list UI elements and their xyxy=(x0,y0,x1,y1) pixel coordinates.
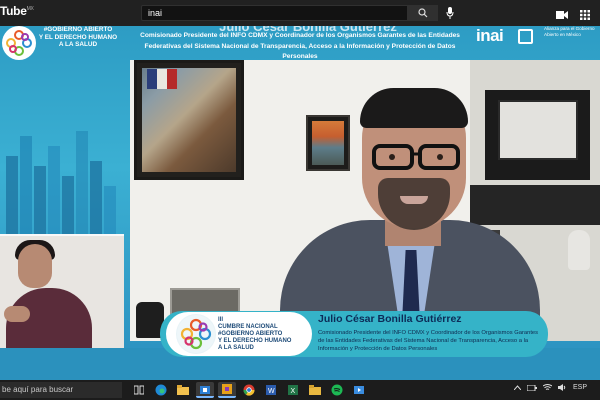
youtube-region: MX xyxy=(26,6,34,12)
file-explorer-icon[interactable] xyxy=(174,382,192,398)
folder-icon[interactable] xyxy=(306,382,324,398)
alianza-logo-text: Alianza para el Gobierno Abierto en Méxi… xyxy=(544,26,595,37)
spotify-icon[interactable] xyxy=(328,382,346,398)
microphone-button[interactable] xyxy=(444,6,456,20)
logo-line-4: Y EL DERECHO HUMANO xyxy=(218,338,292,344)
event-logo-line-1: #GOBIERNO ABIERTO xyxy=(43,26,113,33)
search-icon xyxy=(418,8,428,18)
event-logo-line-2: Y EL DERECHO HUMANO xyxy=(38,33,118,41)
language-indicator[interactable]: ESP xyxy=(573,384,587,391)
apps-button[interactable] xyxy=(580,7,590,25)
edge-icon[interactable] xyxy=(152,382,170,398)
interpreter-face xyxy=(18,244,52,288)
inai-logo: inai xyxy=(476,26,504,45)
svg-text:W: W xyxy=(268,388,275,395)
logo-line-2: CUMBRE NACIONAL xyxy=(218,324,278,330)
event-logo-top: #GOBIERNO ABIERTO Y EL DERECHO HUMANO A … xyxy=(0,26,118,60)
store-icon[interactable] xyxy=(196,382,214,398)
event-logo-text: #GOBIERNO ABIERTO Y EL DERECHO HUMANO A … xyxy=(38,26,118,49)
event-logo-line-3: A LA SALUD xyxy=(58,41,98,48)
system-tray: ESP xyxy=(514,384,587,391)
banner-speaker-title: Comisionado Presidente del INFO CDMX y C… xyxy=(140,32,460,60)
apps-grid-icon xyxy=(580,10,590,20)
speaker-hair xyxy=(360,88,468,128)
excel-icon[interactable]: X xyxy=(284,382,302,398)
rosette-logo-icon xyxy=(2,26,36,60)
interpreter-hand xyxy=(4,306,30,322)
microphone-icon xyxy=(446,7,454,19)
task-view-icon[interactable] xyxy=(130,382,148,398)
youtube-logo-text: Tube xyxy=(0,4,27,18)
monitor xyxy=(498,100,578,160)
glasses-icon xyxy=(372,144,460,170)
chevron-up-icon[interactable] xyxy=(514,385,521,390)
lower-third-title: Comisionado Presidente del INFO CDMX y C… xyxy=(318,330,539,352)
chrome-icon[interactable] xyxy=(240,382,258,398)
painting-scream xyxy=(306,115,350,171)
rosette-logo-icon xyxy=(176,314,216,354)
taskbar-icons: W X xyxy=(130,382,368,398)
taskbar-search-input[interactable]: be aquí para buscar xyxy=(0,382,122,398)
speaker-mouth xyxy=(400,196,428,204)
search-button[interactable] xyxy=(408,5,438,21)
video-camera-icon xyxy=(556,11,568,19)
word-icon[interactable]: W xyxy=(262,382,280,398)
logo-line-1: III xyxy=(218,317,224,323)
create-video-button[interactable] xyxy=(556,7,568,25)
battery-icon[interactable] xyxy=(527,384,537,391)
figurine xyxy=(568,230,590,270)
sign-language-interpreter xyxy=(0,234,124,348)
video-icon[interactable] xyxy=(350,382,368,398)
logo-line-5: A LA SALUD xyxy=(218,345,254,351)
search-input[interactable]: inai xyxy=(141,5,408,21)
youtube-top-bar: TubeMX inai xyxy=(0,0,600,26)
app-icon[interactable] xyxy=(218,382,236,398)
logo-line-3: #GOBIERNO ABIERTO xyxy=(218,331,283,337)
bookshelf xyxy=(470,185,600,225)
lower-third-logo-text: III CUMBRE NACIONAL #GOBIERNO ABIERTO Y … xyxy=(218,317,308,352)
youtube-logo[interactable]: TubeMX xyxy=(0,4,34,18)
svg-text:X: X xyxy=(291,388,296,395)
inai-logo-icon xyxy=(518,29,533,44)
painting-scream-canvas xyxy=(312,121,344,165)
volume-icon[interactable] xyxy=(558,384,567,391)
painting-liberty xyxy=(134,60,244,180)
speaker-video-panel xyxy=(130,60,600,341)
wifi-icon[interactable] xyxy=(543,384,552,391)
pixel-decoration xyxy=(6,131,116,246)
windows-taskbar: be aquí para buscar W X ESP xyxy=(0,380,600,400)
lower-third-name: Julio César Bonilla Gutiérrez xyxy=(318,313,462,325)
video-player[interactable]: #GOBIERNO ABIERTO Y EL DERECHO HUMANO A … xyxy=(0,26,600,380)
painting-flag xyxy=(147,69,177,89)
